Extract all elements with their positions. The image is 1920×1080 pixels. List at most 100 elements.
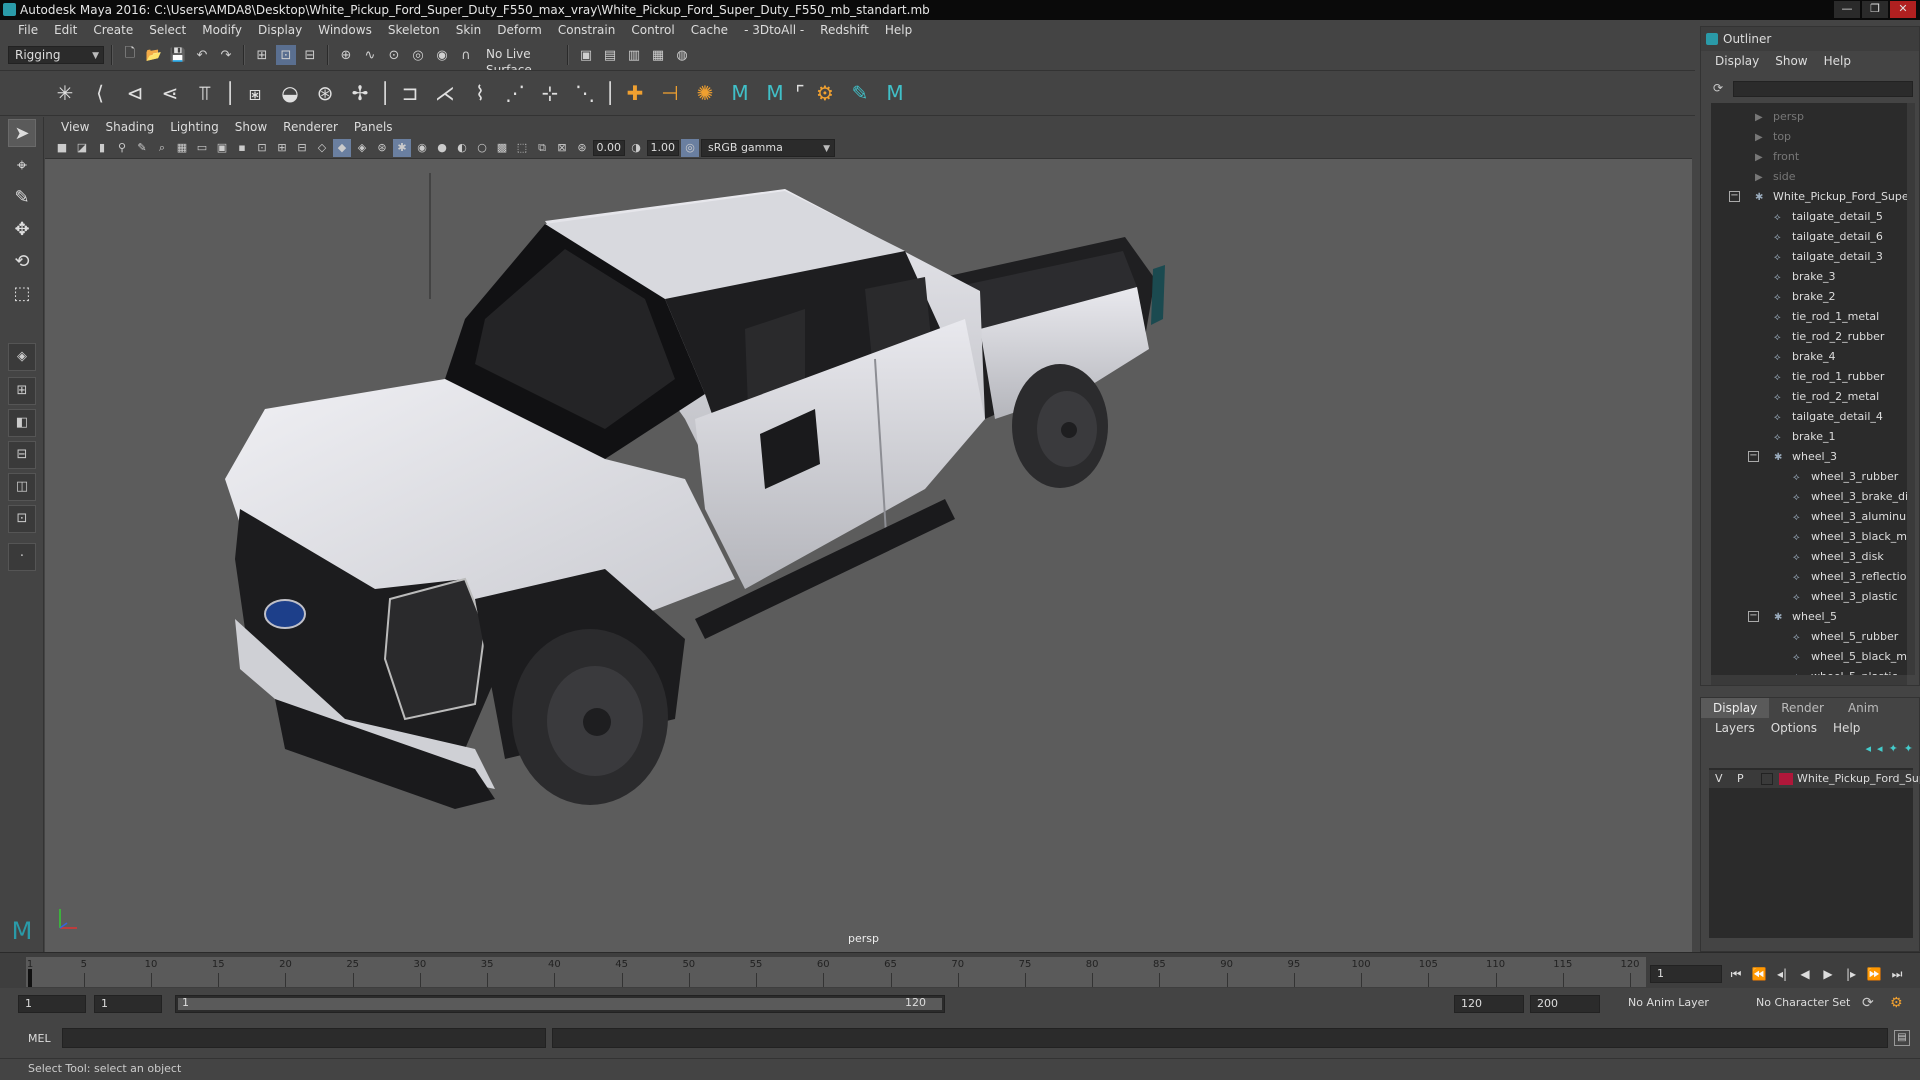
camera-attributes-icon[interactable]: ◪ (73, 139, 91, 157)
outliner-item[interactable]: ⟡wheel_5_plastic (1793, 667, 1898, 675)
menu-skin[interactable]: Skin (448, 23, 490, 37)
skeleton-icon[interactable]: ⫪ (190, 78, 220, 108)
tab-display[interactable]: Display (1701, 698, 1770, 718)
redo-icon[interactable]: ↷ (216, 45, 236, 65)
new-layer-icon[interactable]: ✦ (1889, 742, 1898, 755)
detach-skin-icon[interactable]: ⋱ (570, 78, 600, 108)
outliner-item[interactable]: ⟡ wheel_3_disk (1793, 547, 1884, 567)
menu-cache[interactable]: Cache (683, 23, 736, 37)
ik-handle-icon[interactable]: ⟨ (85, 78, 115, 108)
menu-windows[interactable]: Windows (310, 23, 380, 37)
resolution-gate-icon[interactable]: ▣ (213, 139, 231, 157)
outliner-search-input[interactable] (1733, 81, 1913, 97)
outliner-item[interactable]: ✱ wheel_5 (1774, 607, 1837, 627)
copy-weights-icon[interactable]: ⊹ (535, 78, 565, 108)
hypershade-icon[interactable]: ◍ (672, 45, 692, 65)
outliner-item[interactable]: ▶ front (1755, 147, 1799, 167)
outliner-item[interactable]: ⟡ brake_3 (1774, 267, 1836, 287)
2d-pan-zoom-icon[interactable]: ⌕ (153, 139, 171, 157)
tab-anim[interactable]: Anim (1836, 698, 1891, 718)
menu-deform[interactable]: Deform (489, 23, 550, 37)
snap-grid-icon[interactable]: ⊕ (336, 45, 356, 65)
rotate-tool-icon[interactable]: ⟲ (8, 247, 36, 275)
gate-mask-icon[interactable]: ▪ (233, 139, 251, 157)
outliner-item[interactable]: ⟡ wheel_3_rubber (1793, 467, 1898, 487)
menu-help[interactable]: Help (877, 23, 920, 37)
rigid-bind-icon[interactable]: ⋌ (430, 78, 460, 108)
outliner-item[interactable]: ⟡ tailgate_detail_4 (1774, 407, 1883, 427)
playback-start-field[interactable]: 1 (94, 995, 162, 1013)
viewport-menu-renderer[interactable]: Renderer (275, 120, 346, 134)
field-chart-icon[interactable]: ⊡ (253, 139, 271, 157)
outliner-item[interactable]: ▶ persp (1755, 107, 1804, 127)
playback-end-field[interactable]: 120 (1454, 995, 1524, 1013)
smooth-shade-icon[interactable]: ◆ (333, 138, 351, 157)
outliner-item[interactable]: ⟡ wheel_3_reflection (1793, 567, 1907, 587)
viewport-menu-shading[interactable]: Shading (97, 120, 162, 134)
outliner-item[interactable]: ⟡ tailgate_detail_5 (1774, 207, 1883, 227)
grease-pencil-icon[interactable]: ✎ (133, 139, 151, 157)
viewport-menu-lighting[interactable]: Lighting (162, 120, 227, 134)
joint-tool-icon[interactable]: ✳ (50, 78, 80, 108)
snap-curve-icon[interactable]: ∿ (360, 45, 380, 65)
bookmark-icon[interactable]: ▮ (93, 139, 111, 157)
wireframe-on-shaded-icon[interactable]: ◈ (353, 139, 371, 157)
go-to-end-icon[interactable]: ⏭ (1887, 965, 1907, 983)
wrap-deformer-icon[interactable]: ⊛ (310, 78, 340, 108)
layer-row[interactable]: V P White_Pickup_Ford_Super_Duty (1709, 770, 1920, 788)
paint-weights-icon[interactable]: ⌇ (465, 78, 495, 108)
outliner-horizontal-scrollbar[interactable] (1711, 675, 1907, 685)
layer-type-box[interactable] (1761, 773, 1773, 785)
end-time-field[interactable]: 200 (1530, 995, 1600, 1013)
timeline-track[interactable]: 1 5 10 15 20 25 30 35 40 45 50 55 60 65 70 75 80 85 90 95 10… (26, 957, 1646, 987)
menu-constrain[interactable]: Constrain (550, 23, 624, 37)
menu-edit[interactable]: Edit (46, 23, 85, 37)
layer-color-swatch[interactable] (1779, 773, 1793, 785)
layer-menu-layers[interactable]: Layers (1707, 721, 1763, 735)
render-frame-icon[interactable]: ▤ (600, 45, 620, 65)
move-layer-up-icon[interactable]: ◂ (1866, 742, 1872, 755)
outliner-item[interactable]: ⟡ wheel_3_brake_disk (1793, 487, 1907, 507)
outliner-item[interactable]: ⟡ tie_rod_1_rubber (1774, 367, 1884, 387)
animation-prefs-icon[interactable]: ⚙ (1890, 995, 1903, 1011)
xray-joints-icon[interactable]: ⊠ (553, 139, 571, 157)
antialias-icon[interactable]: ○ (473, 139, 491, 157)
new-scene-icon[interactable]: 🗋 (120, 45, 140, 65)
close-button[interactable]: ✕ (1890, 1, 1916, 18)
menu-skeleton[interactable]: Skeleton (380, 23, 448, 37)
safe-title-icon[interactable]: ⊟ (293, 139, 311, 157)
cluster-icon[interactable]: ◒ (275, 78, 305, 108)
lights-icon[interactable]: ✱ (393, 138, 411, 157)
hik-definition-icon[interactable]: M (880, 78, 910, 108)
outliner-item[interactable]: ⟡ brake_4 (1774, 347, 1836, 367)
play-backward-icon[interactable]: ◀ (1795, 965, 1815, 983)
depth-of-field-icon[interactable]: ▩ (493, 139, 511, 157)
menu-file[interactable]: File (10, 23, 46, 37)
outliner-item[interactable]: ▶ side (1755, 167, 1796, 187)
ik-spline-icon[interactable]: ⊲ (120, 78, 150, 108)
single-perspective-layout-icon[interactable]: ◈ (8, 343, 36, 371)
undo-icon[interactable]: ↶ (192, 45, 212, 65)
outliner-menu-display[interactable]: Display (1707, 54, 1767, 68)
scene-render[interactable] (45, 159, 1692, 952)
menu-set-dropdown[interactable]: Rigging ▼ (8, 46, 104, 64)
open-scene-icon[interactable]: 📂 (144, 45, 164, 65)
layer-menu-options[interactable]: Options (1763, 721, 1825, 735)
paint-select-icon[interactable]: ✎ (8, 183, 36, 211)
layer-name[interactable]: White_Pickup_Ford_Super_Duty (1797, 770, 1920, 788)
motion-blur-icon[interactable]: ◐ (453, 139, 471, 157)
outliner-item[interactable]: ⟡ wheel_3_black_metal (1793, 527, 1907, 547)
layer-playback-toggle[interactable]: P (1737, 770, 1744, 788)
range-bar-fill[interactable]: 1 120 (178, 996, 942, 1010)
select-hierarchy-icon[interactable]: ⊞ (252, 45, 272, 65)
custom-layout-icon[interactable]: · (8, 543, 36, 571)
exposure-field[interactable]: 0.00 (593, 139, 625, 156)
menu-control[interactable]: Control (623, 23, 682, 37)
color-space-dropdown[interactable]: sRGB gamma ▼ (701, 138, 835, 157)
grid-icon[interactable]: ▦ (173, 139, 191, 157)
snap-surface-icon[interactable]: ◉ (432, 45, 452, 65)
command-input[interactable] (62, 1028, 546, 1048)
anim-layer-dropdown[interactable]: No Anim Layer (1622, 995, 1740, 1013)
layer-visibility-toggle[interactable]: V (1715, 770, 1723, 788)
point-constraint-icon[interactable]: ⊣ (655, 78, 685, 108)
